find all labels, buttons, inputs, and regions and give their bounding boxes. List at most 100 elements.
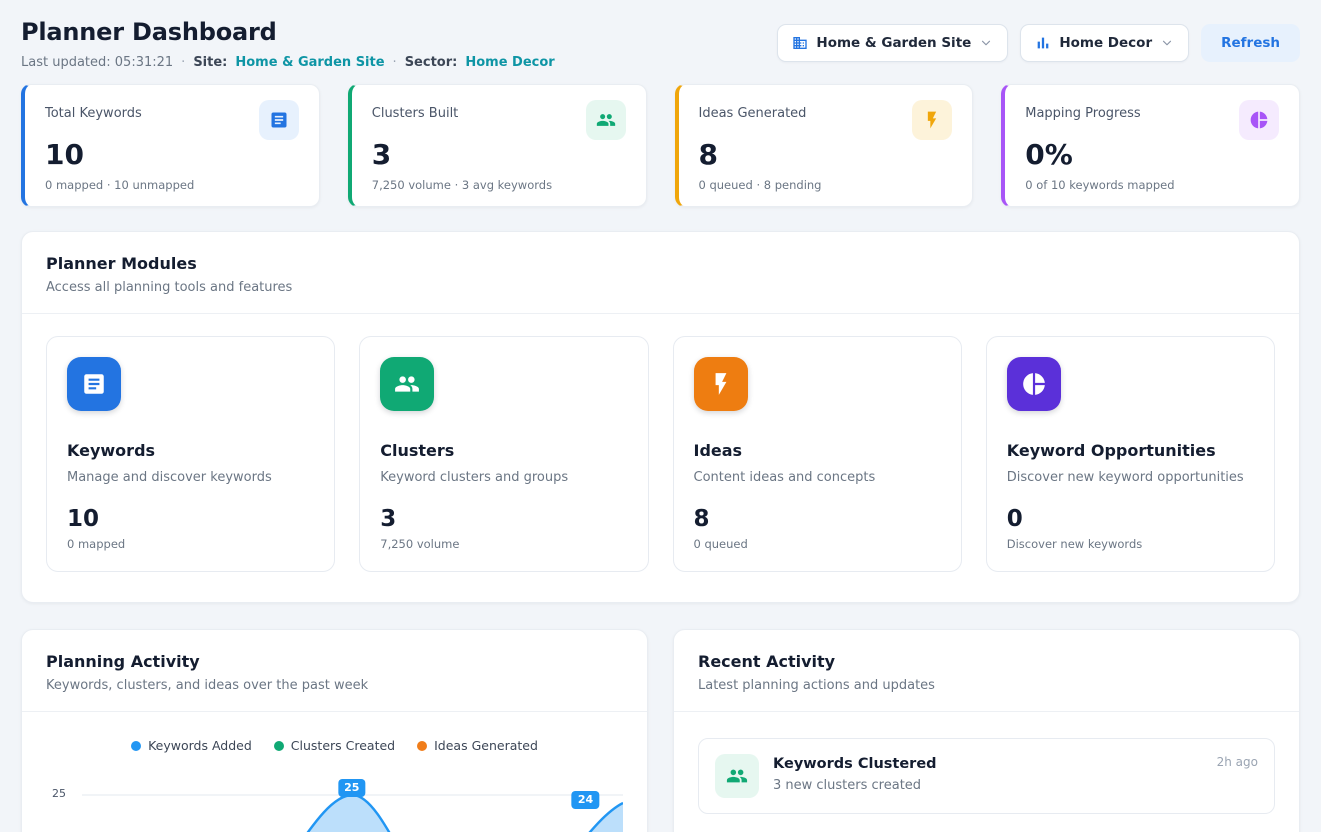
page-header: Planner Dashboard Last updated: 05:31:21… [21, 18, 1300, 70]
data-point-label: 24 [572, 791, 599, 809]
stat-card-mapping-progress[interactable]: Mapping Progress 0% 0 of 10 keywords map… [1001, 84, 1300, 207]
building-icon [792, 35, 808, 51]
module-card-ideas[interactable]: Ideas Content ideas and concepts 8 0 que… [673, 336, 962, 572]
users-icon [586, 100, 626, 140]
legend-dot [274, 741, 284, 751]
legend-label: Clusters Created [291, 738, 395, 753]
modules-panel-subtitle: Access all planning tools and features [46, 280, 1275, 295]
y-axis-tick: 25 [52, 787, 66, 800]
header-left: Planner Dashboard Last updated: 05:31:21… [21, 18, 555, 70]
module-value: 3 [380, 507, 627, 532]
stat-detail: 0 queued · 8 pending [699, 178, 953, 192]
planning-activity-header: Planning Activity Keywords, clusters, an… [22, 630, 647, 712]
document-icon [259, 100, 299, 140]
module-description: Keyword clusters and groups [380, 470, 627, 485]
bolt-icon [912, 100, 952, 140]
module-description: Manage and discover keywords [67, 470, 314, 485]
module-card-keywords[interactable]: Keywords Manage and discover keywords 10… [46, 336, 335, 572]
module-title: Ideas [694, 441, 941, 460]
module-title: Keywords [67, 441, 314, 460]
stat-card-ideas-generated[interactable]: Ideas Generated 8 0 queued · 8 pending [675, 84, 974, 207]
bottom-row: Planning Activity Keywords, clusters, an… [21, 629, 1300, 832]
module-value: 8 [694, 507, 941, 532]
modules-grid: Keywords Manage and discover keywords 10… [22, 314, 1299, 602]
module-description: Content ideas and concepts [694, 470, 941, 485]
planner-modules-panel: Planner Modules Access all planning tool… [21, 231, 1300, 603]
bar-chart-icon [1035, 35, 1051, 51]
stats-row: Total Keywords 10 0 mapped · 10 unmapped… [21, 84, 1300, 207]
module-description: Discover new keyword opportunities [1007, 470, 1254, 485]
stat-value: 10 [45, 140, 299, 171]
recent-activity-panel: Recent Activity Latest planning actions … [673, 629, 1300, 832]
module-detail: 0 queued [694, 537, 941, 551]
recent-activity-header: Recent Activity Latest planning actions … [674, 630, 1299, 712]
module-detail: 0 mapped [67, 537, 314, 551]
sector-link[interactable]: Home Decor [465, 55, 554, 70]
meta-separator: · [181, 55, 185, 70]
sector-selector[interactable]: Home Decor [1020, 24, 1189, 62]
stat-value: 0% [1025, 140, 1279, 171]
page-title: Planner Dashboard [21, 18, 555, 46]
module-detail: 7,250 volume [380, 537, 627, 551]
stat-card-top: Total Keywords [45, 100, 299, 140]
chart-legend: Keywords Added Clusters Created Ideas Ge… [46, 738, 623, 753]
modules-panel-title: Planner Modules [46, 254, 1275, 273]
site-label: Site: [193, 55, 227, 70]
legend-item-keywords-added[interactable]: Keywords Added [131, 738, 252, 753]
planning-activity-panel: Planning Activity Keywords, clusters, an… [21, 629, 648, 832]
pie-icon [1007, 357, 1061, 411]
stat-card-clusters-built[interactable]: Clusters Built 3 7,250 volume · 3 avg ke… [348, 84, 647, 207]
stat-detail: 0 mapped · 10 unmapped [45, 178, 299, 192]
module-title: Clusters [380, 441, 627, 460]
stat-card-total-keywords[interactable]: Total Keywords 10 0 mapped · 10 unmapped [21, 84, 320, 207]
site-selector-label: Home & Garden Site [816, 35, 971, 51]
planning-activity-title: Planning Activity [46, 652, 623, 671]
stat-card-top: Ideas Generated [699, 100, 953, 140]
recent-activity-title: Recent Activity [698, 652, 1275, 671]
pie-icon [1239, 100, 1279, 140]
planner-dashboard-page: Planner Dashboard Last updated: 05:31:21… [0, 0, 1321, 832]
stat-detail: 7,250 volume · 3 avg keywords [372, 178, 626, 192]
data-point-label: 25 [338, 779, 365, 797]
module-value: 0 [1007, 507, 1254, 532]
last-updated-text: Last updated: 05:31:21 [21, 55, 173, 70]
modules-panel-header: Planner Modules Access all planning tool… [22, 232, 1299, 314]
legend-dot [131, 741, 141, 751]
module-card-clusters[interactable]: Clusters Keyword clusters and groups 3 7… [359, 336, 648, 572]
stat-card-top: Clusters Built [372, 100, 626, 140]
users-icon [715, 754, 759, 798]
activity-title: Keywords Clustered [773, 754, 937, 772]
document-icon [67, 357, 121, 411]
legend-dot [417, 741, 427, 751]
activity-description: 3 new clusters created [773, 778, 937, 793]
site-selector[interactable]: Home & Garden Site [777, 24, 1008, 62]
sector-label: Sector: [405, 55, 458, 70]
module-card-keyword-opportunities[interactable]: Keyword Opportunities Discover new keywo… [986, 336, 1275, 572]
legend-item-ideas-generated[interactable]: Ideas Generated [417, 738, 538, 753]
planning-activity-chart: Keywords Added Clusters Created Ideas Ge… [22, 712, 647, 832]
refresh-button[interactable]: Refresh [1201, 24, 1300, 62]
planning-activity-subtitle: Keywords, clusters, and ideas over the p… [46, 678, 623, 693]
module-detail: Discover new keywords [1007, 537, 1254, 551]
stat-label: Mapping Progress [1025, 100, 1140, 121]
header-controls: Home & Garden Site Home Decor Refresh [777, 24, 1300, 62]
activity-timestamp: 2h ago [1217, 755, 1258, 769]
chart-plot-area: 25 25 24 [46, 773, 623, 832]
legend-label: Ideas Generated [434, 738, 538, 753]
activity-text: Keywords Clustered 3 new clusters create… [773, 754, 937, 793]
module-value: 10 [67, 507, 314, 532]
stat-value: 3 [372, 140, 626, 171]
stat-detail: 0 of 10 keywords mapped [1025, 178, 1279, 192]
stat-card-top: Mapping Progress [1025, 100, 1279, 140]
legend-item-clusters-created[interactable]: Clusters Created [274, 738, 395, 753]
recent-activity-list: Keywords Clustered 3 new clusters create… [674, 712, 1299, 832]
module-title: Keyword Opportunities [1007, 441, 1254, 460]
legend-label: Keywords Added [148, 738, 252, 753]
sector-selector-label: Home Decor [1059, 35, 1152, 51]
recent-activity-subtitle: Latest planning actions and updates [698, 678, 1275, 693]
meta-separator: · [393, 55, 397, 70]
page-meta: Last updated: 05:31:21 · Site: Home & Ga… [21, 55, 555, 70]
activity-item-keywords-clustered[interactable]: Keywords Clustered 3 new clusters create… [698, 738, 1275, 814]
stat-label: Total Keywords [45, 100, 142, 121]
site-link[interactable]: Home & Garden Site [235, 55, 384, 70]
